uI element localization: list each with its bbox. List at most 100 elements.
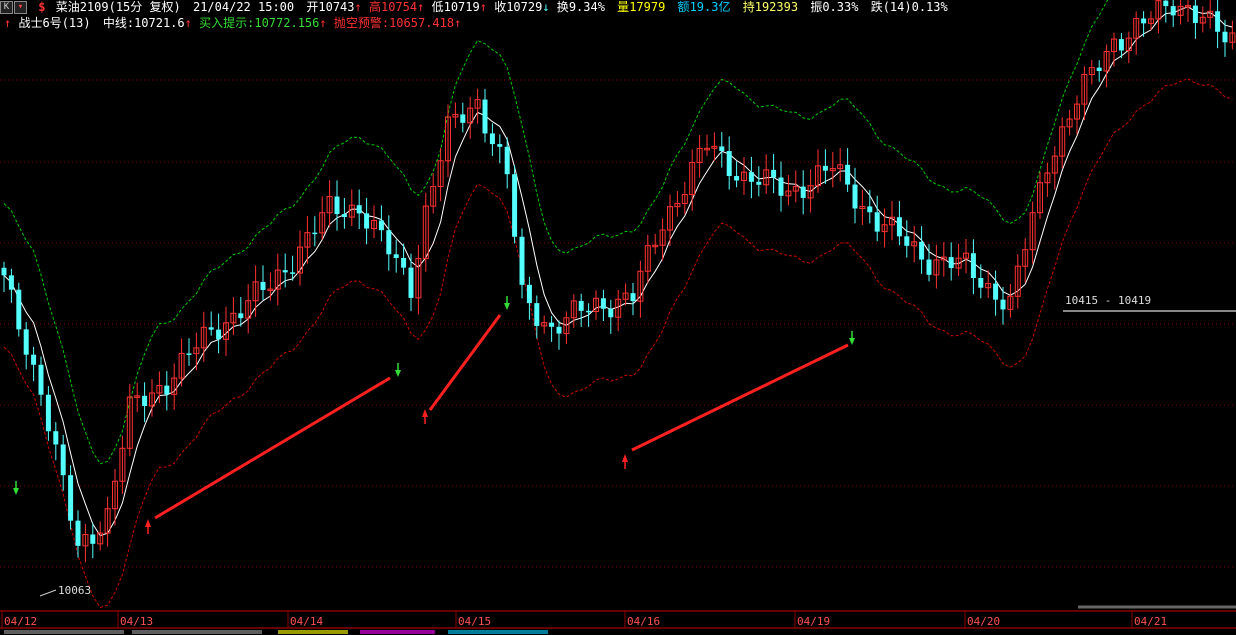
candle-body xyxy=(534,303,540,326)
trend-line xyxy=(154,376,391,520)
candle-body xyxy=(993,283,999,300)
sell-arrow-icon xyxy=(849,338,855,345)
candle-body xyxy=(1000,299,1006,310)
candle-body xyxy=(600,298,606,309)
candle-body xyxy=(75,520,81,546)
candle-body xyxy=(904,236,910,246)
candle-body xyxy=(1096,67,1102,71)
candle-body xyxy=(970,253,976,279)
trend-line xyxy=(428,314,502,411)
candle-body xyxy=(926,259,932,275)
candle-body xyxy=(290,272,296,274)
candle-body xyxy=(356,205,362,214)
candle-body xyxy=(282,270,288,273)
x-tick-label: 04/12 xyxy=(4,615,37,628)
trend-line xyxy=(631,343,849,452)
signal-arrows xyxy=(13,296,855,534)
high-annotation: 10415 - 10419 xyxy=(1065,294,1151,307)
candle-body xyxy=(1118,39,1124,51)
candle-body xyxy=(489,133,495,145)
candle-body xyxy=(341,214,347,218)
candle-body xyxy=(38,364,44,395)
lower-band xyxy=(3,78,1233,609)
candle-body xyxy=(556,326,562,334)
low-annotation-leader xyxy=(39,589,57,597)
candle-body xyxy=(1,267,7,276)
candle-body xyxy=(60,444,66,476)
sell-arrow-icon xyxy=(395,370,401,377)
candle-body xyxy=(497,144,503,147)
candle-body xyxy=(364,213,370,229)
candle-body xyxy=(519,236,525,285)
candle-body xyxy=(512,174,518,237)
candle-body xyxy=(186,353,192,355)
candle-body xyxy=(586,310,592,313)
candle-body xyxy=(1170,6,1176,16)
candle-body xyxy=(1192,5,1198,23)
buy-arrow-icon xyxy=(145,519,151,527)
candle-body xyxy=(216,329,222,340)
x-axis: 04/12 04/13 04/14 04/15 04/16 04/19 04/20 04/21 xyxy=(0,610,1236,629)
candle-body xyxy=(896,217,902,237)
buy-arrow-icon xyxy=(422,409,428,417)
candle-body xyxy=(726,151,732,177)
candle-body xyxy=(260,281,266,290)
x-tick-label: 04/14 xyxy=(290,615,323,628)
candle-body xyxy=(748,172,754,182)
candle-body xyxy=(630,293,636,302)
low-annotation: 10063 xyxy=(58,584,91,597)
x-tick-label: 04/13 xyxy=(120,615,153,628)
candle-body xyxy=(867,206,873,213)
candle-body xyxy=(142,395,148,406)
candle-body xyxy=(408,267,414,298)
candle-body xyxy=(31,354,37,365)
lower-indicator-strip xyxy=(0,629,1236,635)
candle-body xyxy=(578,300,584,311)
candle-body xyxy=(1215,11,1221,32)
candle-body xyxy=(845,164,851,185)
candle-body xyxy=(393,254,399,258)
candle-body xyxy=(756,181,762,185)
candle-body xyxy=(978,278,984,288)
sell-arrow-icon xyxy=(13,488,19,495)
candle-body xyxy=(378,220,384,231)
candle-body xyxy=(401,257,407,268)
candle-body xyxy=(1163,0,1169,7)
buy-arrow-icon xyxy=(622,454,628,462)
candle-body xyxy=(800,186,806,198)
candle-body xyxy=(53,431,59,445)
candle-body xyxy=(208,327,214,330)
candle-body xyxy=(90,534,96,544)
candle-body xyxy=(460,114,466,123)
candle-body xyxy=(874,212,880,232)
sell-arrow-icon xyxy=(504,303,510,310)
candle-body xyxy=(1222,31,1228,43)
x-tick-label: 04/20 xyxy=(967,615,1000,628)
candle-body xyxy=(948,257,954,269)
candle-body xyxy=(23,329,29,355)
candle-body xyxy=(504,146,510,175)
x-tick-label: 04/19 xyxy=(797,615,830,628)
candle-body xyxy=(386,230,392,255)
candle-body xyxy=(68,475,74,521)
x-tick-label: 04/16 xyxy=(627,615,660,628)
candle-body xyxy=(549,322,555,327)
candle-body xyxy=(334,196,340,215)
mid-line xyxy=(3,6,1233,537)
price-chart[interactable]: 10063 10415 - 10419 04/12 04/13 04/14 04/15… xyxy=(0,0,1236,635)
candle-body xyxy=(16,289,22,330)
candle-body xyxy=(778,177,784,196)
candle-body xyxy=(852,184,858,209)
x-tick-label: 04/15 xyxy=(458,615,491,628)
x-tick-label: 04/21 xyxy=(1134,615,1167,628)
candle-body xyxy=(1141,18,1147,24)
candle-body xyxy=(771,169,777,178)
candle-body xyxy=(719,146,725,152)
candle-body xyxy=(919,241,925,260)
candle-body xyxy=(822,165,828,171)
candle-body xyxy=(482,99,488,134)
candle-body xyxy=(238,313,244,319)
candle-body xyxy=(526,284,532,304)
candle-body xyxy=(45,394,51,432)
upper-band xyxy=(3,0,1109,465)
